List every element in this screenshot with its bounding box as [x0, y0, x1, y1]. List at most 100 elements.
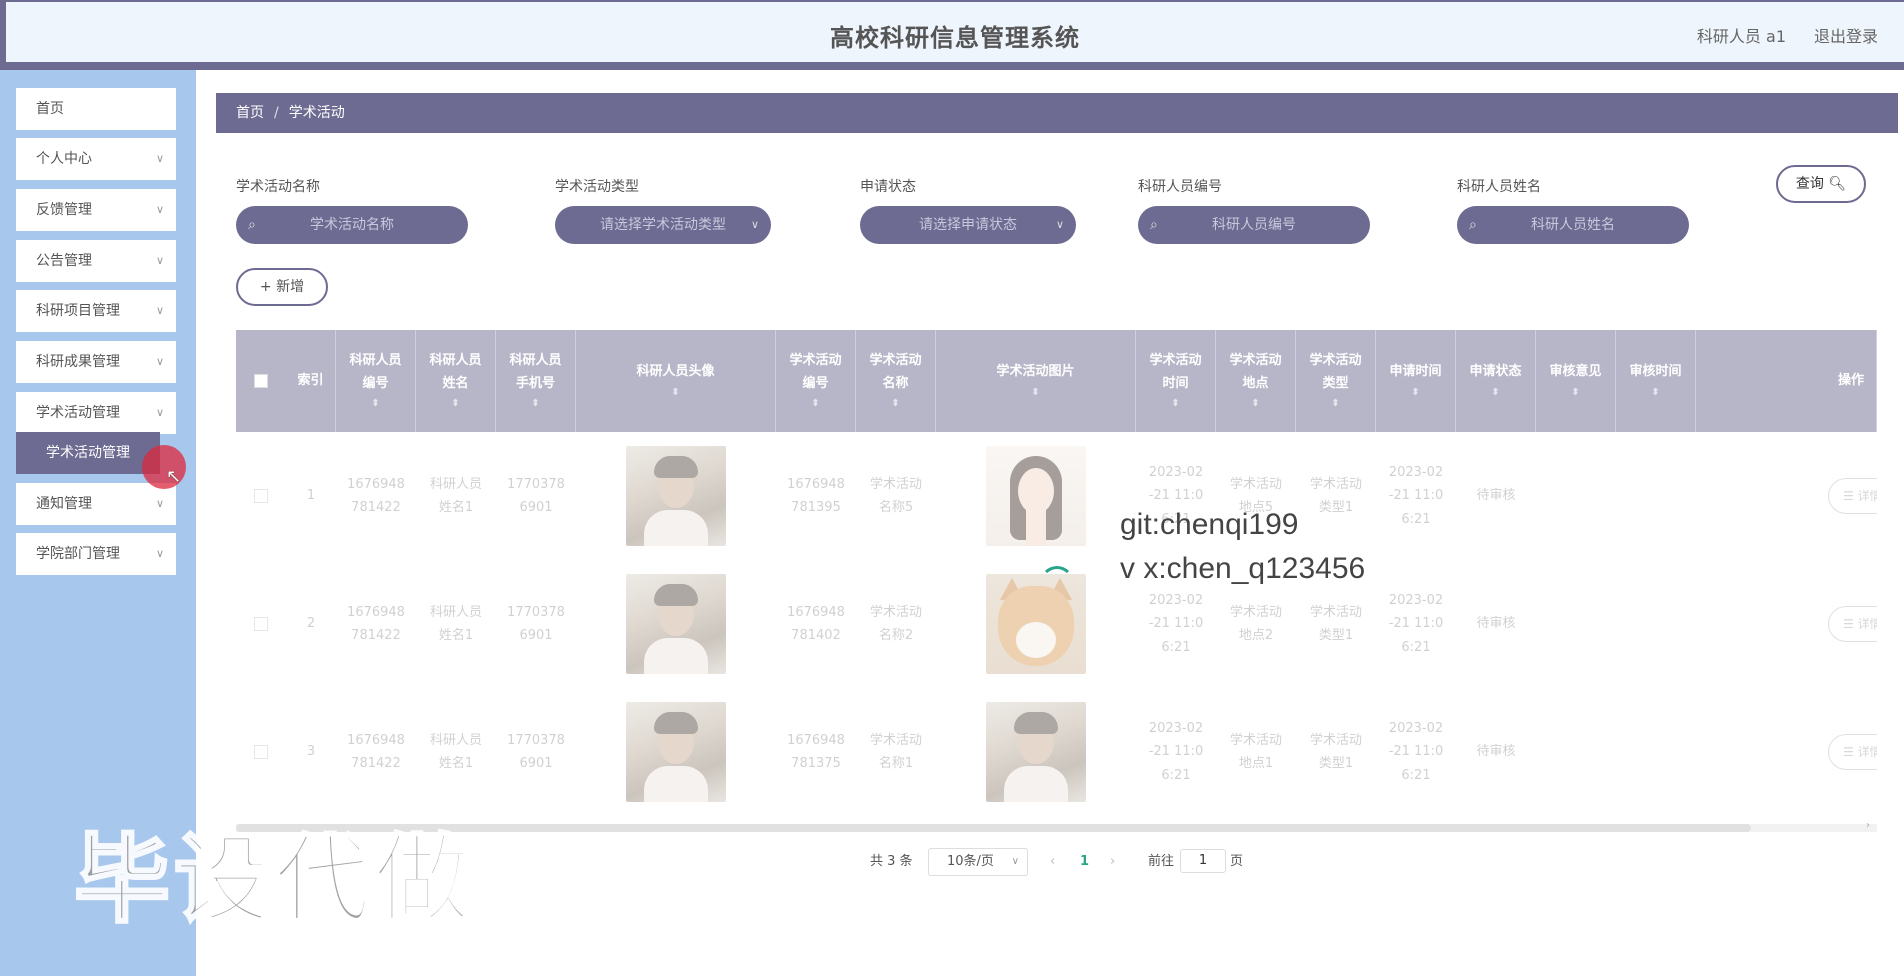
column-header-staff_name[interactable]: 科研人员 姓名 ⬍ — [416, 330, 496, 432]
row-checkbox[interactable] — [254, 617, 268, 631]
sort-icon[interactable]: ⬍ — [1229, 395, 1281, 412]
page-size-select[interactable]: 10条/页 ∨ — [928, 848, 1028, 876]
column-header-review_comment[interactable]: 审核意见 ⬍ — [1536, 330, 1616, 432]
search-field-label: 申请状态 — [860, 179, 916, 195]
column-header-location[interactable]: 学术活动 地点 ⬍ — [1216, 330, 1296, 432]
cell-text: 1770378 — [507, 732, 565, 748]
chevron-down-icon: ∨ — [1011, 856, 1019, 867]
sidebar-item-label: 科研成果管理 — [36, 354, 120, 370]
column-header-label: 编号 — [362, 375, 389, 391]
cell-text: 学术活动 — [1229, 732, 1282, 748]
search-icon: ⌕ — [1150, 217, 1158, 233]
row-checkbox[interactable] — [254, 489, 268, 503]
sidebar-item[interactable]: 科研项目管理 ∨ — [16, 290, 176, 332]
sort-icon[interactable]: ⬍ — [1309, 395, 1361, 412]
sidebar-item[interactable]: 学术活动管理 ∨ — [16, 392, 176, 434]
search-input[interactable]: ⌕ 科研人员姓名 — [1457, 206, 1689, 244]
column-header-label: 科研人员头像 — [636, 364, 715, 380]
submenu-item-academic-activity[interactable]: 学术活动管理 — [16, 432, 160, 474]
sidebar-item[interactable]: 通知管理 ∨ — [16, 483, 176, 525]
sort-icon[interactable]: ⬍ — [996, 384, 1074, 401]
cell-status: 待审核 — [1456, 560, 1536, 688]
sidebar-item[interactable]: 个人中心 ∨ — [16, 138, 176, 180]
sort-icon[interactable]: ⬍ — [1469, 384, 1521, 401]
sidebar-item-label: 个人中心 — [36, 151, 92, 167]
cell-text: 科研人员 — [429, 476, 482, 492]
query-button[interactable]: 查询 🔍︎ — [1776, 165, 1866, 203]
column-header-activity_name[interactable]: 学术活动 名称 ⬍ — [856, 330, 936, 432]
sort-icon[interactable]: ⬍ — [869, 395, 921, 412]
sort-icon[interactable]: ⬍ — [429, 395, 481, 412]
search-input[interactable]: ⌕ 学术活动名称 — [236, 206, 468, 244]
search-placeholder: 科研人员姓名 — [1531, 217, 1615, 233]
sidebar-item[interactable]: 公告管理 ∨ — [16, 240, 176, 282]
document-icon: ☰ — [1843, 617, 1858, 631]
column-header-activity_type[interactable]: 学术活动 类型 ⬍ — [1296, 330, 1376, 432]
column-header-label: 审核时间 — [1629, 364, 1682, 380]
sort-icon[interactable]: ⬍ — [1549, 384, 1601, 401]
cell-text: -21 11:0 — [1388, 744, 1444, 760]
sidebar-item-label: 公告管理 — [36, 253, 92, 269]
sidebar-item[interactable]: 反馈管理 ∨ — [16, 189, 176, 231]
sidebar-item[interactable]: 科研成果管理 ∨ — [16, 341, 176, 383]
search-select[interactable]: ∨ 请选择学术活动类型 — [555, 206, 771, 244]
cell-text: 6:21 — [1161, 767, 1191, 783]
logout-link[interactable]: 退出登录 — [1814, 23, 1878, 47]
sort-icon[interactable]: ⬍ — [1149, 395, 1201, 412]
cell-text: 2023-02 — [1148, 592, 1204, 608]
query-button-label: 查询 — [1795, 176, 1824, 192]
column-header-label: 学术活动 — [1309, 353, 1362, 369]
search-select[interactable]: ∨ 请选择申请状态 — [860, 206, 1076, 244]
detail-button[interactable]: ☰ 详情 — [1828, 606, 1877, 642]
sidebar-item[interactable]: 首页 — [16, 88, 176, 130]
page-size-value: 10条/页 — [947, 854, 994, 869]
cell-phone: 1770378 6901 — [496, 688, 576, 816]
scroll-right-icon[interactable]: › — [1866, 820, 1870, 831]
cell-text: -21 11:0 — [1148, 488, 1204, 504]
column-header-index[interactable]: 索引 — [286, 330, 336, 432]
column-header-staff_no[interactable]: 科研人员 编号 ⬍ — [336, 330, 416, 432]
column-header-apply_time[interactable]: 申请时间 ⬍ — [1376, 330, 1456, 432]
column-header-label: 名称 — [882, 375, 909, 391]
sort-icon[interactable]: ⬍ — [1629, 384, 1681, 401]
column-header-activity_no[interactable]: 学术活动 编号 ⬍ — [776, 330, 856, 432]
prev-page-icon[interactable]: ‹ — [1050, 848, 1055, 876]
cell-activity_name: 学术活动 名称5 — [856, 432, 936, 560]
sort-icon[interactable]: ⬍ — [1389, 384, 1441, 401]
column-header-label: 科研人员 — [429, 353, 482, 369]
horizontal-scrollbar[interactable] — [236, 824, 1877, 832]
sidebar-item-label: 科研项目管理 — [36, 303, 120, 319]
detail-button[interactable]: ☰ 详情 — [1828, 734, 1877, 770]
next-page-icon[interactable]: › — [1110, 848, 1115, 876]
cell-text: 科研人员 — [429, 732, 482, 748]
column-header-phone[interactable]: 科研人员 手机号 ⬍ — [496, 330, 576, 432]
cell-text: 1676948 — [787, 732, 845, 748]
select-all-checkbox[interactable] — [254, 374, 268, 388]
row-checkbox[interactable] — [254, 745, 268, 759]
breadcrumb-home[interactable]: 首页 — [236, 105, 264, 121]
column-header-label: 科研人员 — [509, 353, 562, 369]
cell-activity_time: 2023-02 -21 11:0 6:21 — [1136, 688, 1216, 816]
sort-icon[interactable]: ⬍ — [789, 395, 841, 412]
cell-text: 待审核 — [1476, 488, 1516, 504]
add-button[interactable]: + 新增 — [236, 268, 328, 306]
sidebar-item[interactable]: 学院部门管理 ∨ — [16, 533, 176, 575]
sort-icon[interactable]: ⬍ — [636, 384, 714, 401]
page-number-current[interactable]: 1 — [1080, 848, 1089, 876]
column-header-review_time[interactable]: 审核时间 ⬍ — [1616, 330, 1696, 432]
column-header-avatar[interactable]: 科研人员头像 ⬍ — [576, 330, 776, 432]
detail-button[interactable]: ☰ 详情 — [1828, 478, 1877, 514]
detail-button-label: 详情 — [1857, 617, 1877, 631]
total-count: 共 3 条 — [870, 854, 913, 869]
cell-text: -21 11:0 — [1388, 488, 1444, 504]
sort-icon[interactable]: ⬍ — [349, 395, 401, 412]
chevron-down-icon: ∨ — [1055, 218, 1064, 231]
column-header-activity_time[interactable]: 学术活动 时间 ⬍ — [1136, 330, 1216, 432]
goto-page-input[interactable]: 1 — [1180, 849, 1226, 873]
column-header-status[interactable]: 申请状态 ⬍ — [1456, 330, 1536, 432]
column-header-photo[interactable]: 学术活动图片 ⬍ — [936, 330, 1136, 432]
column-header-label: 申请状态 — [1469, 364, 1522, 380]
sort-icon[interactable]: ⬍ — [509, 395, 561, 412]
search-input[interactable]: ⌕ 科研人员编号 — [1138, 206, 1370, 244]
cell-text: 学术活动 — [1309, 604, 1362, 620]
